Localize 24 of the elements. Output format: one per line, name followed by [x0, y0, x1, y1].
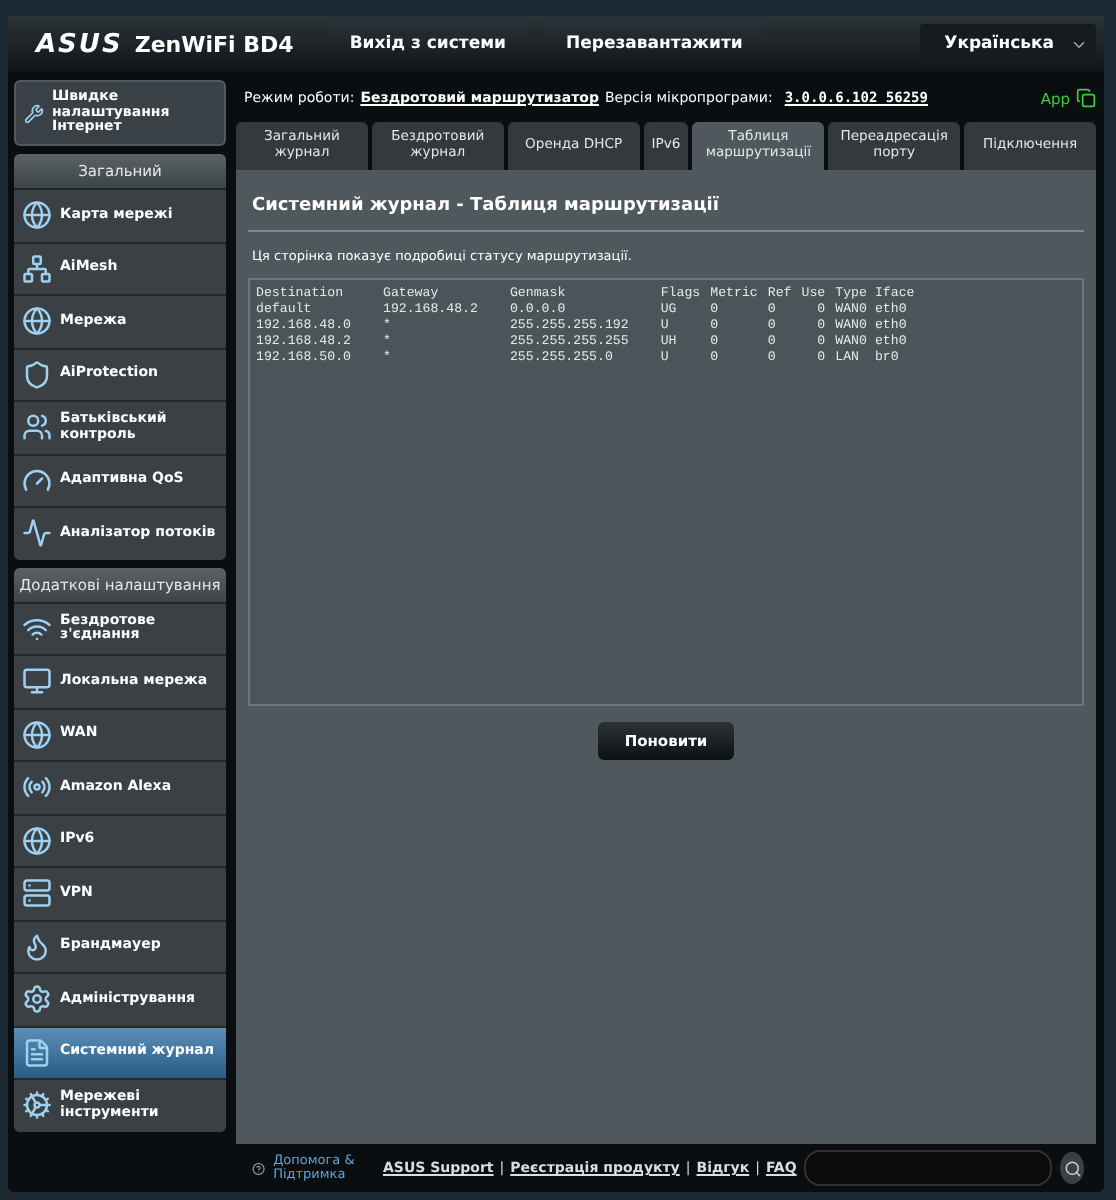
help-icon: [252, 1159, 266, 1177]
menu-icon: [22, 359, 52, 390]
menu-icon: [22, 1090, 52, 1121]
search-field[interactable]: [804, 1150, 1053, 1186]
menu-icon: [22, 931, 52, 962]
menu-icon: [22, 306, 52, 337]
panel-title: Системний журнал - Таблиця маршрутизації: [248, 190, 1084, 232]
menu-icon: [22, 984, 52, 1015]
menu-icon: [22, 878, 52, 909]
menu-icon: [22, 518, 52, 549]
menu-icon: [22, 1037, 52, 1068]
menu-icon: [22, 613, 52, 644]
model-name: ZenWiFi BD4: [134, 31, 294, 57]
menu-icon: [22, 412, 52, 443]
menu-icon: [22, 772, 52, 803]
menu-icon: [22, 465, 52, 496]
menu-icon: [22, 825, 52, 856]
logo: ASUS: [36, 29, 123, 59]
menu-icon: [22, 719, 52, 750]
menu-icon: [22, 666, 52, 697]
menu-icon: [22, 200, 52, 231]
search-button[interactable]: [1060, 1152, 1084, 1184]
app-icon: [1076, 88, 1096, 108]
menu-icon: [22, 253, 52, 284]
